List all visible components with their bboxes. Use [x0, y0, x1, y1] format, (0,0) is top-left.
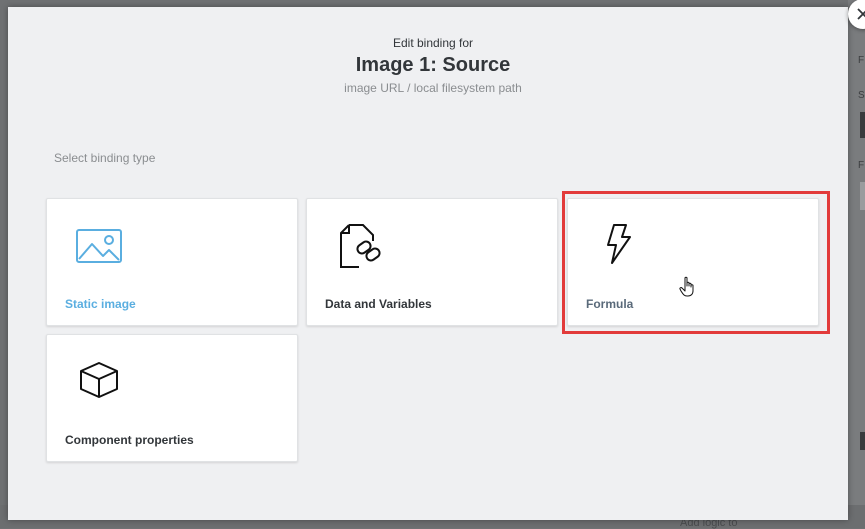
close-icon: [857, 8, 865, 20]
binding-option-label: Component properties: [65, 433, 194, 447]
binding-option-formula[interactable]: Formula: [567, 198, 819, 326]
background-glyph: F: [858, 55, 865, 66]
binding-option-component-properties[interactable]: Component properties: [46, 334, 298, 462]
binding-option-label: Formula: [586, 297, 634, 311]
background-control: [860, 182, 865, 210]
binding-option-static-image[interactable]: Static image: [46, 198, 298, 326]
binding-option-data-and-variables[interactable]: Data and Variables: [306, 198, 558, 326]
binding-option-label: Data and Variables: [325, 297, 432, 311]
dialog-title: Image 1: Source: [355, 54, 511, 76]
section-label: Select binding type: [54, 151, 156, 165]
background-control: [860, 112, 865, 138]
background-glyph: S: [858, 90, 865, 101]
background-glyph: F: [858, 160, 865, 171]
hand-pointer-icon: [679, 276, 694, 297]
edit-binding-dialog: Edit binding for Image 1: Source image U…: [8, 0, 865, 520]
lightning-icon: [607, 224, 631, 264]
image-icon: [76, 229, 122, 263]
dialog-pretitle: Edit binding for: [392, 36, 474, 50]
binding-option-label: Static image: [65, 297, 136, 311]
dialog-subtitle: image URL / local filesystem path: [344, 81, 522, 95]
background-control: [860, 432, 865, 450]
data-link-icon: [340, 224, 381, 268]
cube-icon: [80, 362, 118, 398]
